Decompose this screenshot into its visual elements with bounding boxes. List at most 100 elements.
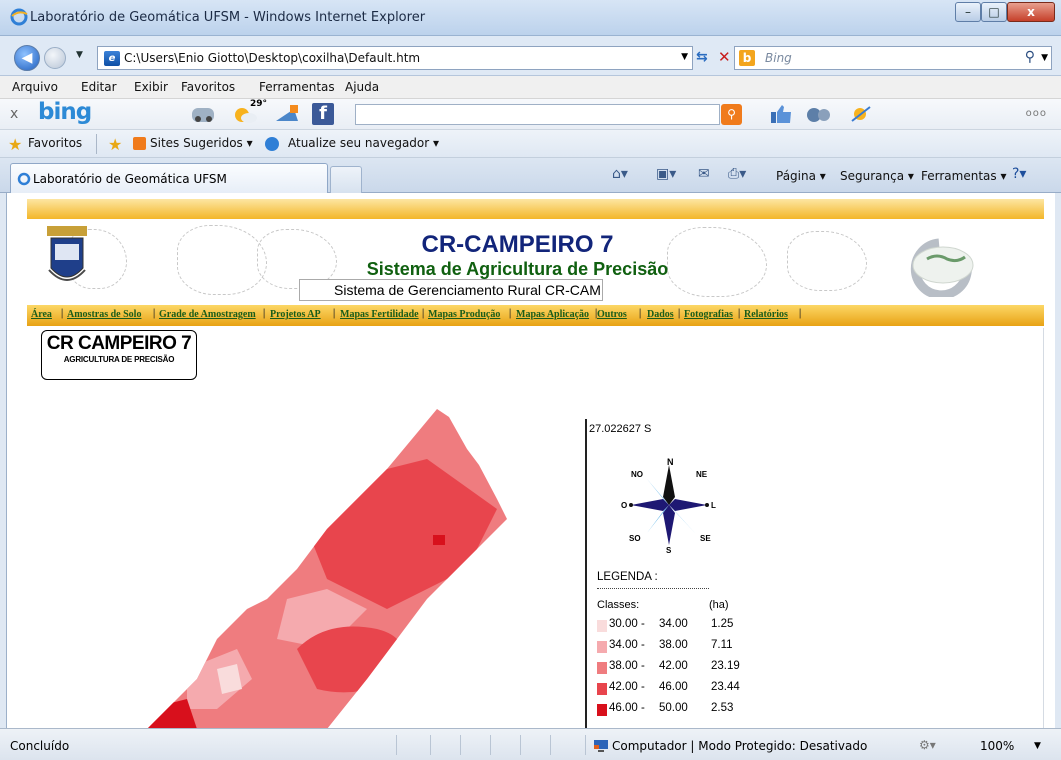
search-dropdown-icon[interactable]: ▼ [1041,53,1048,63]
map-zone-46-50 [433,535,445,545]
compass-no: NO [631,470,643,479]
help-icon[interactable]: ?▾ [1012,166,1026,182]
coordinate-line [585,419,587,728]
menu-ajuda[interactable]: Ajuda [345,80,379,94]
tab-label: Laboratório de Geomática UFSM [33,172,227,186]
minimize-button[interactable]: – [955,2,981,22]
tools-menu[interactable]: Ferramentas ▾ [921,169,1006,183]
compass-n: N [667,457,674,467]
nav-amostras-solo[interactable]: Amostras de Solo [67,309,141,320]
tab-ie-icon [17,172,31,186]
zoom-dropdown-icon[interactable]: ▼ [1034,741,1041,751]
stop-icon[interactable]: ✕ [718,48,731,66]
protected-mode-icon[interactable]: ⚙▾ [919,738,936,752]
feeds-icon[interactable]: ▣▾ [656,166,676,182]
zoom-level[interactable]: 100% [980,739,1014,753]
nav-outros[interactable]: Outros [597,309,627,320]
suggested-sites-link[interactable]: Sites Sugeridos ▾ [150,136,253,150]
back-button[interactable]: ◀ [14,45,40,71]
like-icon[interactable] [768,103,794,125]
compass-rose-icon: N NE L SE S SO O NO [621,457,716,553]
legend-from: 42.00 - [609,681,645,693]
page-title: CR-CAMPEIRO 7 [421,231,614,258]
menu-exibir[interactable]: Exibir [134,80,168,94]
bing-toolbar: x bing 29° f ⚲ ooo [0,99,1061,130]
computer-zone-icon [594,740,608,752]
search-icon[interactable]: ⚲ [1025,49,1035,65]
legend-from: 46.00 - [609,702,645,714]
page-menu[interactable]: Página ▾ [776,169,826,183]
mail-icon[interactable]: ✉ [698,166,710,182]
news-icon[interactable] [848,103,874,125]
bing-search-button[interactable]: ⚲ [721,104,742,125]
legend-ha: 23.19 [711,660,740,672]
tab-active[interactable]: Laboratório de Geomática UFSM [10,163,328,193]
security-menu[interactable]: Segurança ▾ [840,169,914,183]
security-zone-text[interactable]: Computador | Modo Protegido: Desativado [612,739,867,753]
cr-campeiro-logo: CR CAMPEIRO 7 AGRICULTURA DE PRECISÃO [41,330,197,380]
compass-o: O [621,501,627,510]
nav-grade-amostragem[interactable]: Grade de Amostragem [159,309,256,320]
legend-classes-header: Classes: [597,599,640,611]
status-divider [550,735,551,755]
nav-dados[interactable]: Dados [647,309,674,320]
forward-button[interactable] [44,47,66,69]
menu-bar: Arquivo Editar Exibir Favoritos Ferramen… [0,76,1061,99]
legend-swatch [597,641,607,653]
refresh-icon[interactable]: ⇆ [696,49,708,65]
update-browser-link[interactable]: Atualize seu navegador ▾ [288,136,439,150]
legend-swatch [597,620,607,632]
coordinate-label: 27.022627 S [589,423,652,435]
logo-line1: CR CAMPEIRO 7 [46,333,192,354]
facebook-icon[interactable]: f [312,103,334,125]
toolbar-more-icon[interactable]: ooo [1026,108,1047,119]
nav-mapas-fertilidade[interactable]: Mapas Fertilidade [340,309,419,320]
url-field[interactable]: e C:\Users\Enio Giotto\Desktop\coxilha\D… [97,46,693,70]
legend-row: 34.00 - 38.00 7.11 [597,638,797,656]
logo-line2: AGRICULTURA DE PRECISÃO [63,355,175,364]
print-icon[interactable]: ⎙▾ [728,166,746,182]
history-dropdown-icon[interactable]: ▼ [76,50,83,60]
menu-editar[interactable]: Editar [81,80,117,94]
bing-toolbar-close-icon[interactable]: x [10,106,18,122]
page-content: CR-CAMPEIRO 7 Sistema de Agricultura de … [7,193,1044,728]
page-icon: e [104,51,120,66]
menu-favoritos[interactable]: Favoritos [181,80,235,94]
nav-relatorios[interactable]: Relatórios [744,309,788,320]
nav-mapas-aplicacao[interactable]: Mapas Aplicação [516,309,589,320]
maps-icon[interactable] [190,103,216,125]
favorites-button[interactable]: Favoritos [28,136,82,150]
legend-ha-header: (ha) [709,599,729,611]
address-bar: ◀ ▼ e C:\Users\Enio Giotto\Desktop\coxil… [0,36,1061,76]
nav-projetos-ap[interactable]: Projetos AP [270,309,321,320]
bing-provider-icon: b [739,50,755,66]
legend-row: 30.00 - 34.00 1.25 [597,617,797,635]
add-favorite-icon[interactable]: ★ [108,135,122,154]
menu-ferramentas[interactable]: Ferramentas [259,80,335,94]
window-title-bar: Laboratório de Geomática UFSM - Windows … [0,0,1061,36]
url-dropdown-icon[interactable]: ▼ [681,52,688,62]
menu-arquivo[interactable]: Arquivo [12,80,58,94]
hotmail-icon[interactable] [274,103,300,125]
maximize-button[interactable]: □ [981,2,1007,22]
new-tab-button[interactable] [330,166,362,193]
legend-to: 50.00 [659,702,688,714]
page-scrollbar[interactable]: ▲ ▼ [1043,328,1044,728]
search-input[interactable]: b Bing ⚲ ▼ [734,46,1052,70]
video-icon[interactable] [806,103,832,125]
url-text: C:\Users\Enio Giotto\Desktop\coxilha\Def… [124,51,421,65]
legend-to: 34.00 [659,618,688,630]
frame-left [0,193,7,728]
status-divider [585,735,586,755]
legend-swatch [597,704,607,716]
close-button[interactable]: x [1007,2,1055,22]
legend-swatch [597,662,607,674]
search-placeholder: Bing [765,51,792,65]
bing-search-input[interactable] [355,104,720,125]
status-divider [396,735,397,755]
nav-mapas-producao[interactable]: Mapas Produção [428,309,500,320]
compass-so: SO [629,534,641,543]
nav-fotografias[interactable]: Fotografias [684,309,733,320]
nav-area[interactable]: Área [31,309,52,320]
home-icon[interactable]: ⌂▾ [612,166,628,182]
